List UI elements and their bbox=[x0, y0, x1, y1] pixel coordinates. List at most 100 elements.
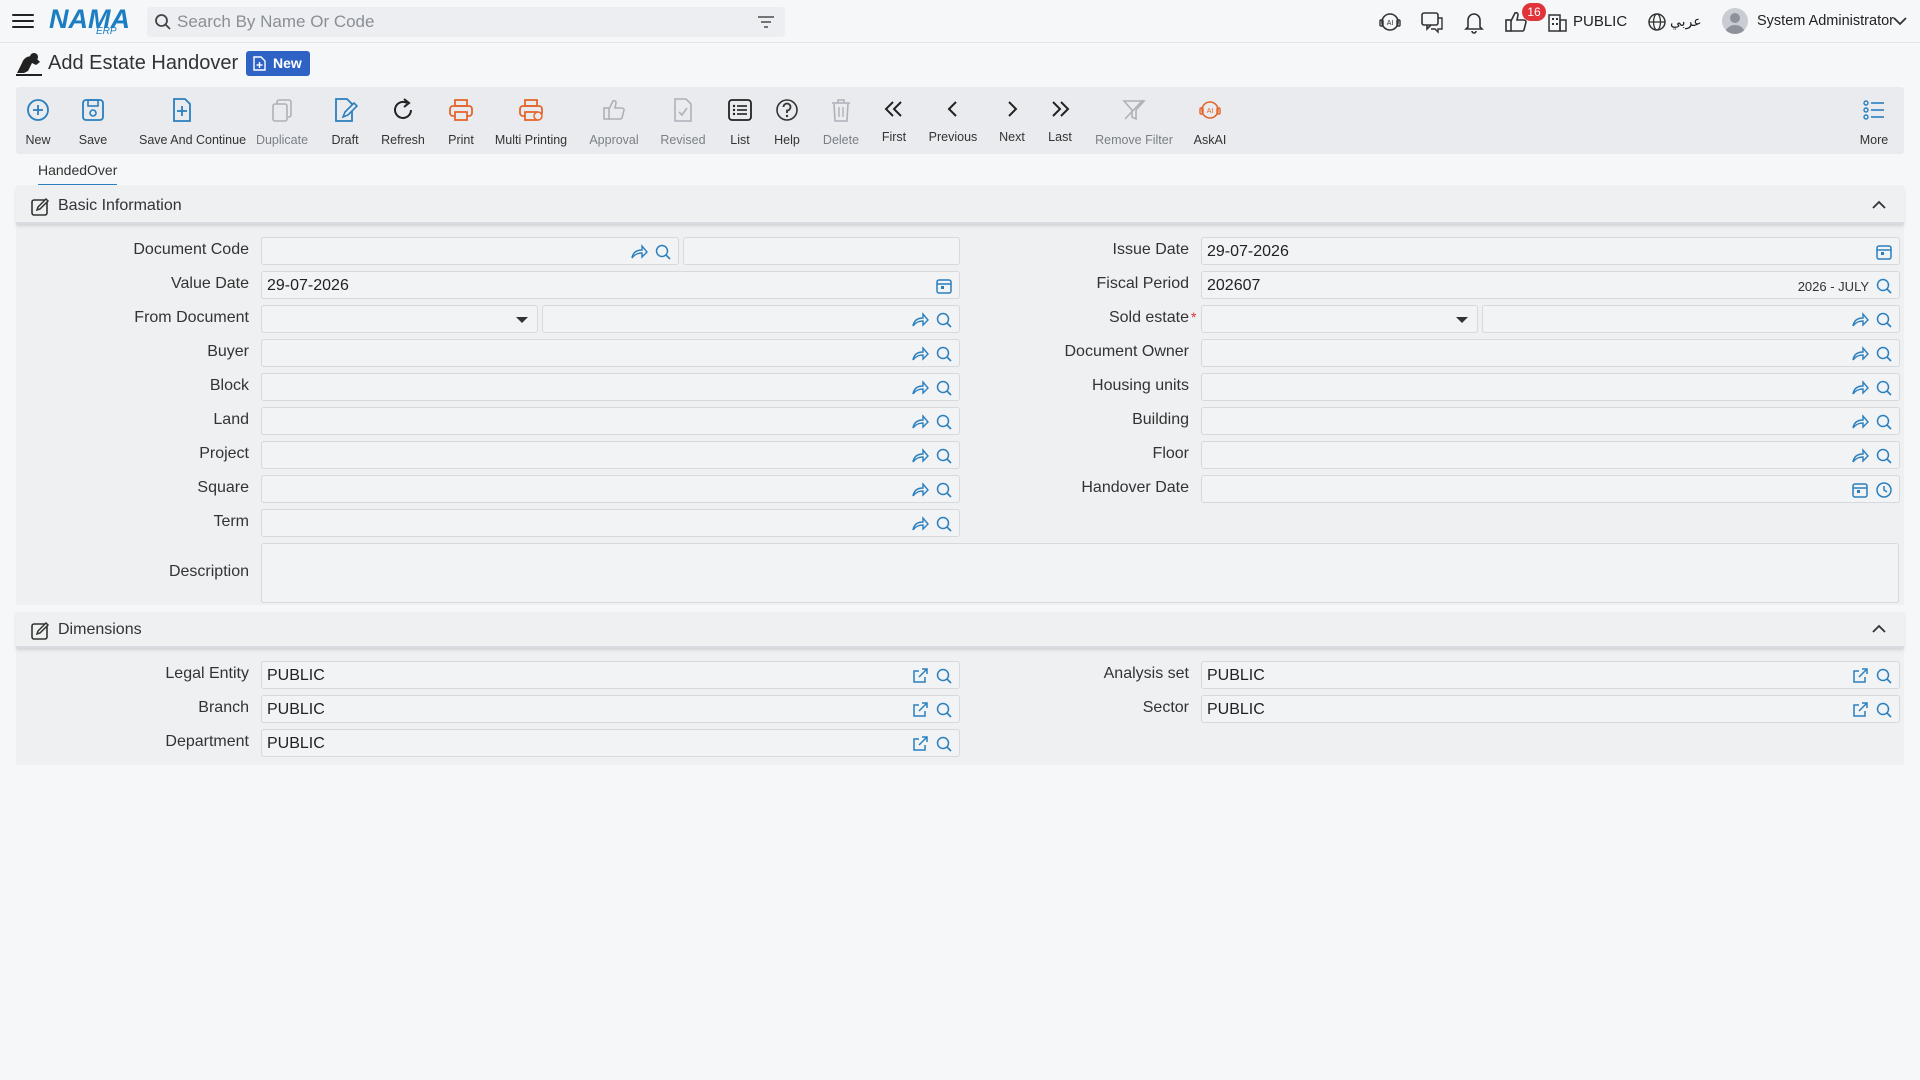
external-link-icon[interactable] bbox=[911, 701, 929, 719]
calendar-icon[interactable] bbox=[935, 277, 953, 295]
share-arrow-icon[interactable] bbox=[911, 345, 929, 363]
term-field[interactable] bbox=[261, 509, 960, 537]
search-refresh-icon[interactable] bbox=[1875, 667, 1893, 685]
search-refresh-icon[interactable] bbox=[935, 701, 953, 719]
entity-selector[interactable]: PUBLIC bbox=[1573, 13, 1627, 30]
share-arrow-icon[interactable] bbox=[1851, 311, 1869, 329]
floor-field[interactable] bbox=[1201, 441, 1900, 469]
globe-icon[interactable] bbox=[1646, 11, 1668, 33]
avatar[interactable] bbox=[1722, 8, 1748, 34]
print-button[interactable]: Print bbox=[448, 87, 474, 154]
ai-support-icon[interactable]: AI bbox=[1377, 9, 1403, 35]
search-input[interactable] bbox=[177, 7, 737, 37]
share-arrow-icon[interactable] bbox=[1851, 447, 1869, 465]
save-and-continue-button[interactable]: Save And Continue bbox=[139, 87, 246, 154]
search-refresh-icon[interactable] bbox=[654, 243, 672, 261]
share-arrow-icon[interactable] bbox=[911, 481, 929, 499]
chevron-down-icon[interactable] bbox=[1893, 16, 1907, 26]
search-refresh-icon[interactable] bbox=[1875, 277, 1893, 295]
external-link-icon[interactable] bbox=[1851, 701, 1869, 719]
branch-field[interactable]: PUBLIC bbox=[261, 695, 960, 723]
tab-handedover[interactable]: HandedOver bbox=[38, 162, 118, 186]
basic-information-header[interactable]: Basic Information bbox=[16, 188, 1904, 224]
share-arrow-icon[interactable] bbox=[911, 447, 929, 465]
description-textarea[interactable] bbox=[261, 543, 1899, 603]
search-refresh-icon[interactable] bbox=[935, 667, 953, 685]
building-field[interactable] bbox=[1201, 407, 1900, 435]
last-button[interactable]: Last bbox=[1047, 87, 1073, 154]
share-arrow-icon[interactable] bbox=[1851, 413, 1869, 431]
from-document-select[interactable] bbox=[261, 305, 538, 333]
more-button[interactable]: More bbox=[1860, 87, 1888, 154]
search-refresh-icon[interactable] bbox=[935, 379, 953, 397]
fiscal-period-field[interactable]: 202607 2026 - JULY bbox=[1201, 271, 1900, 299]
calendar-icon[interactable] bbox=[1875, 243, 1893, 261]
search-refresh-icon[interactable] bbox=[935, 345, 953, 363]
project-field[interactable] bbox=[261, 441, 960, 469]
share-arrow-icon[interactable] bbox=[911, 311, 929, 329]
bell-icon[interactable] bbox=[1461, 9, 1487, 35]
sold-estate-field[interactable] bbox=[1482, 305, 1900, 333]
approval-button[interactable]: Approval bbox=[589, 87, 639, 154]
draft-button[interactable]: Draft bbox=[331, 87, 359, 154]
external-link-icon[interactable] bbox=[1851, 667, 1869, 685]
search-refresh-icon[interactable] bbox=[935, 447, 953, 465]
duplicate-button[interactable]: Duplicate bbox=[256, 87, 308, 154]
user-name[interactable]: System Administrator bbox=[1757, 13, 1894, 29]
filter-lines-icon[interactable] bbox=[757, 15, 775, 29]
share-arrow-icon[interactable] bbox=[911, 379, 929, 397]
remove-filter-button[interactable]: Remove Filter bbox=[1095, 87, 1173, 154]
dimensions-header[interactable]: Dimensions bbox=[16, 612, 1904, 648]
chevron-up-icon[interactable] bbox=[1872, 200, 1886, 210]
analysis-set-field[interactable]: PUBLIC bbox=[1201, 661, 1900, 689]
clock-icon[interactable] bbox=[1875, 481, 1893, 499]
sector-field[interactable]: PUBLIC bbox=[1201, 695, 1900, 723]
share-arrow-icon[interactable] bbox=[630, 243, 648, 261]
calendar-icon[interactable] bbox=[1851, 481, 1869, 499]
search-refresh-icon[interactable] bbox=[1875, 345, 1893, 363]
housing-units-field[interactable] bbox=[1201, 373, 1900, 401]
share-arrow-icon[interactable] bbox=[911, 515, 929, 533]
land-field[interactable] bbox=[261, 407, 960, 435]
askai-button[interactable]: AI AskAI bbox=[1194, 87, 1226, 154]
value-date-field[interactable]: 29-07-2026 bbox=[261, 271, 960, 299]
search-refresh-icon[interactable] bbox=[935, 413, 953, 431]
search-refresh-icon[interactable] bbox=[935, 515, 953, 533]
save-button[interactable]: Save bbox=[79, 87, 107, 154]
search-refresh-icon[interactable] bbox=[1875, 701, 1893, 719]
search-refresh-icon[interactable] bbox=[935, 311, 953, 329]
share-arrow-icon[interactable] bbox=[1851, 345, 1869, 363]
external-link-icon[interactable] bbox=[911, 735, 929, 753]
search-refresh-icon[interactable] bbox=[1875, 379, 1893, 397]
share-arrow-icon[interactable] bbox=[1851, 379, 1869, 397]
chevron-up-icon[interactable] bbox=[1872, 624, 1886, 634]
first-button[interactable]: First bbox=[881, 87, 907, 154]
search-refresh-icon[interactable] bbox=[1875, 311, 1893, 329]
previous-button[interactable]: Previous bbox=[929, 87, 977, 154]
help-button[interactable]: Help bbox=[774, 87, 800, 154]
document-code-secondary-field[interactable] bbox=[683, 237, 960, 265]
buyer-field[interactable] bbox=[261, 339, 960, 367]
handover-date-field[interactable] bbox=[1201, 475, 1900, 503]
share-arrow-icon[interactable] bbox=[911, 413, 929, 431]
external-link-icon[interactable] bbox=[911, 667, 929, 685]
block-field[interactable] bbox=[261, 373, 960, 401]
document-code-field[interactable] bbox=[261, 237, 679, 265]
language-switch[interactable]: عربي bbox=[1670, 13, 1702, 30]
square-field[interactable] bbox=[261, 475, 960, 503]
chat-icon[interactable] bbox=[1419, 9, 1445, 35]
new-button[interactable]: New bbox=[25, 87, 51, 154]
sold-estate-select[interactable] bbox=[1201, 305, 1478, 333]
from-document-field[interactable] bbox=[542, 305, 960, 333]
legal-entity-field[interactable]: PUBLIC bbox=[261, 661, 960, 689]
issue-date-field[interactable]: 29-07-2026 bbox=[1201, 237, 1900, 265]
app-logo[interactable]: NAMA ERP bbox=[49, 4, 131, 38]
hamburger-menu-icon[interactable] bbox=[12, 10, 34, 32]
search-refresh-icon[interactable] bbox=[1875, 447, 1893, 465]
revised-button[interactable]: Revised bbox=[660, 87, 706, 154]
document-owner-field[interactable] bbox=[1201, 339, 1900, 367]
multi-printing-button[interactable]: Multi Printing bbox=[495, 87, 567, 154]
search-refresh-icon[interactable] bbox=[1875, 413, 1893, 431]
search-refresh-icon[interactable] bbox=[935, 481, 953, 499]
department-field[interactable]: PUBLIC bbox=[261, 729, 960, 757]
